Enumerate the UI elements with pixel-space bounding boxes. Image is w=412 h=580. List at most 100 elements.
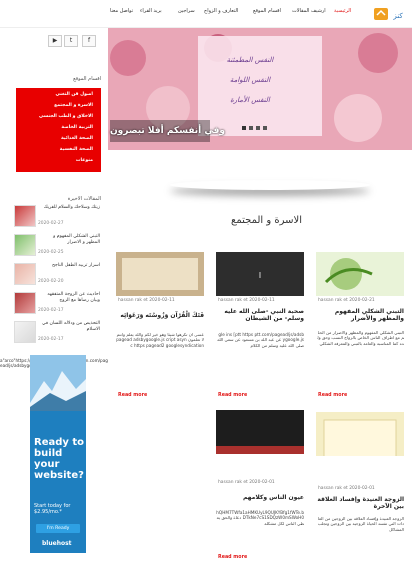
card-excerpt: عسى ان تكرهوا شيئا وهو خير لكم والله يعل…	[116, 332, 204, 348]
slider-dot[interactable]	[242, 126, 246, 130]
recent-item-date: 2020-02-17	[38, 337, 64, 342]
article-card: ا hassan rak et 2020-02-11 صحبة النبي -ص…	[216, 252, 308, 407]
slide-line-1: النفس المطمئنة	[226, 56, 274, 64]
recent-item[interactable]: التبني الشكلي المفهوم و المظهر و الاضرار…	[14, 234, 104, 260]
sidebar-menu: اصول فن التغني الاسرة و المجتمع الاخلاق …	[16, 88, 101, 172]
nav-contact[interactable]: تواصل معنا	[110, 8, 133, 14]
recent-thumb	[14, 263, 36, 285]
recent-item[interactable]: احاديث عن الزوجة المتفقهه وبيان رضاها مع…	[14, 292, 104, 318]
ad-button[interactable]: I'm Ready	[36, 524, 80, 533]
card-date: 2020-02-11	[149, 298, 175, 303]
article-card: hassan rak et 2020-02-01 الزوجة العنيدة …	[316, 412, 406, 562]
card-meta: hassan rak et 2020-02-21	[318, 298, 375, 303]
card-meta: hassan rak et 2020-02-01	[318, 486, 375, 491]
top-nav: كنز الرئيسية ارشيف المقالات اقسام الموقع…	[0, 0, 412, 28]
sidebar-item-3[interactable]: الاخلاق و الطب الجنسي	[39, 114, 93, 119]
card-author[interactable]: hassan rak et	[118, 298, 148, 303]
card-thumb[interactable]	[316, 412, 404, 456]
sidebar-item-7[interactable]: منوعات	[76, 158, 93, 163]
recent-title: المقالات الاخيرة	[67, 196, 101, 202]
card-date: 2020-02-11	[249, 298, 275, 303]
nav-sections[interactable]: اقسام الموقع	[253, 8, 281, 14]
card-date: 2020-02-01	[349, 486, 375, 491]
card-author[interactable]: hassan rak et	[218, 298, 248, 303]
read-more-link[interactable]: Read more	[218, 393, 247, 398]
section-title: الاسرة و المجتمع	[231, 215, 302, 226]
nav-home[interactable]: الرئيسية	[334, 8, 351, 14]
article-card: hassan rak et 2020-02-21 التبني الشكلي ا…	[316, 252, 406, 407]
nav-marriage[interactable]: التعارف و الزواج	[204, 8, 238, 14]
slider-shadow	[170, 180, 370, 190]
card-meta: hassan rak et 2020-02-11	[218, 298, 275, 303]
facebook-icon[interactable]: f	[82, 35, 96, 47]
card-author[interactable]: hassan rak et	[318, 298, 348, 303]
sidebar-menu-title: اقسام الموقع	[73, 76, 101, 82]
bluehost-ad[interactable]: Ready to build your website? Start today…	[30, 355, 86, 553]
slider-caption[interactable]: وفي أنفسكم أفلا تبصرون	[110, 126, 225, 136]
card-excerpt: gle ins [ptt https ptt.com/pagead/js/ads…	[217, 332, 304, 348]
read-more-link[interactable]: Read more	[118, 393, 147, 398]
recent-thumb	[14, 205, 36, 227]
recent-item-title[interactable]: التحذيص من ودلاله اللسان في الاسلام	[38, 321, 100, 332]
card-author[interactable]: hassan rak et	[318, 486, 348, 491]
svg-text:ا: ا	[259, 271, 261, 280]
sidebar-item-6[interactable]: الصحة النفسية	[60, 147, 93, 152]
read-more-link[interactable]: Read more	[218, 555, 247, 560]
read-more-link[interactable]: Read more	[318, 393, 347, 398]
nav-archive[interactable]: ارشيف المقالات	[292, 8, 326, 14]
recent-item-date: 2020-02-25	[38, 250, 64, 255]
card-excerpt: التبني الشكلي المفهوم والمظهر والاضرار م…	[317, 330, 404, 346]
card-excerpt: hQHM7TWfa1aHMKUyL9QUJKYBfg1fWTe.bDTkNe7c…	[216, 510, 304, 526]
recent-item-date: 2020-02-20	[38, 279, 64, 284]
nav-readers-mail[interactable]: بريد القراء	[140, 8, 162, 14]
twitter-icon[interactable]: t	[64, 35, 78, 47]
article-card: hassan rak et 2020-02-11 فَتَكَ الْقُرْآ…	[116, 252, 208, 407]
card-author[interactable]: hassan rak et	[218, 480, 248, 485]
svg-text:كنز: كنز	[392, 12, 403, 20]
slider-dot[interactable]	[256, 126, 260, 130]
card-meta: hassan rak et 2020-02-11	[118, 298, 175, 303]
recent-item[interactable]: اسرار تربيه الطفل الناجح 2020-02-20	[14, 263, 104, 289]
slide-line-3: النفس الأمارة	[230, 96, 270, 104]
slider-dots	[242, 126, 272, 130]
site-logo[interactable]: كنز	[372, 3, 408, 25]
sidebar-item-2[interactable]: الاسرة و المجتمع	[54, 103, 93, 108]
logo-icon: كنز	[374, 8, 403, 20]
recent-thumb	[14, 321, 36, 343]
youtube-icon[interactable]: ▶	[48, 35, 62, 47]
card-date: 2020-02-21	[349, 298, 375, 303]
card-thumb[interactable]	[116, 252, 204, 296]
slider-dot[interactable]	[263, 126, 267, 130]
card-title[interactable]: عيون الناس وكلامهم	[216, 494, 304, 501]
card-date: 2020-02-01	[249, 480, 275, 485]
recent-thumb	[14, 292, 36, 314]
page: كنز الرئيسية ارشيف المقالات اقسام الموقع…	[0, 0, 412, 580]
slide-line-2: النفس اللوامة	[229, 76, 271, 84]
card-title[interactable]: التبني الشكلي المفهوم والمظهر والأضرار	[316, 308, 404, 322]
ad-headline: Ready to build your website?	[34, 437, 85, 481]
card-thumb[interactable]	[216, 410, 304, 454]
recent-item-title[interactable]: زيتك وسلاحك والسلام للفريك	[38, 205, 100, 211]
recent-item-date: 2020-02-17	[38, 308, 64, 313]
mountain-image	[30, 355, 86, 411]
recent-item-date: 2020-02-27	[38, 221, 64, 226]
nav-sarajin[interactable]: سراجين	[178, 8, 195, 14]
recent-item[interactable]: زيتك وسلاحك والسلام للفريك 2020-02-27	[14, 205, 104, 231]
card-title[interactable]: فَتَكَ الْقُرْآن وَزُوسُتَه وَرَعَوَائِه	[116, 312, 204, 319]
card-excerpt: الزوجة العنيدة وإفساد العلاقة بين الزوجي…	[317, 516, 404, 532]
sidebar-item-4[interactable]: التربية الخاصة	[61, 125, 93, 130]
sidebar-item-1[interactable]: اصول فن التغني	[55, 92, 93, 97]
recent-item-title[interactable]: احاديث عن الزوجة المتفقهه وبيان رضاها مع…	[38, 292, 100, 303]
slider-dot[interactable]	[249, 126, 253, 130]
sidebar-item-5[interactable]: الصحة الغذائية	[61, 136, 93, 141]
bluehost-logo: bluehost	[42, 540, 72, 547]
recent-item[interactable]: التحذيص من ودلاله اللسان في الاسلام 2020…	[14, 321, 104, 347]
recent-item-title[interactable]: التبني الشكلي المفهوم و المظهر و الاضرار	[38, 234, 100, 245]
card-title[interactable]: الزوجة العنيدة وإفساد العلاقة بين الآخرة	[316, 496, 404, 510]
card-thumb[interactable]	[316, 252, 404, 296]
card-thumb[interactable]: ا	[216, 252, 304, 296]
card-meta: hassan rak et 2020-02-01	[218, 480, 275, 485]
ad-offer: Start today for $2.95/mo.*	[34, 503, 71, 515]
card-title[interactable]: صحبة النبي -صلى الله عليه وسلم- من الشيط…	[216, 308, 304, 322]
recent-item-title[interactable]: اسرار تربيه الطفل الناجح	[38, 263, 100, 269]
